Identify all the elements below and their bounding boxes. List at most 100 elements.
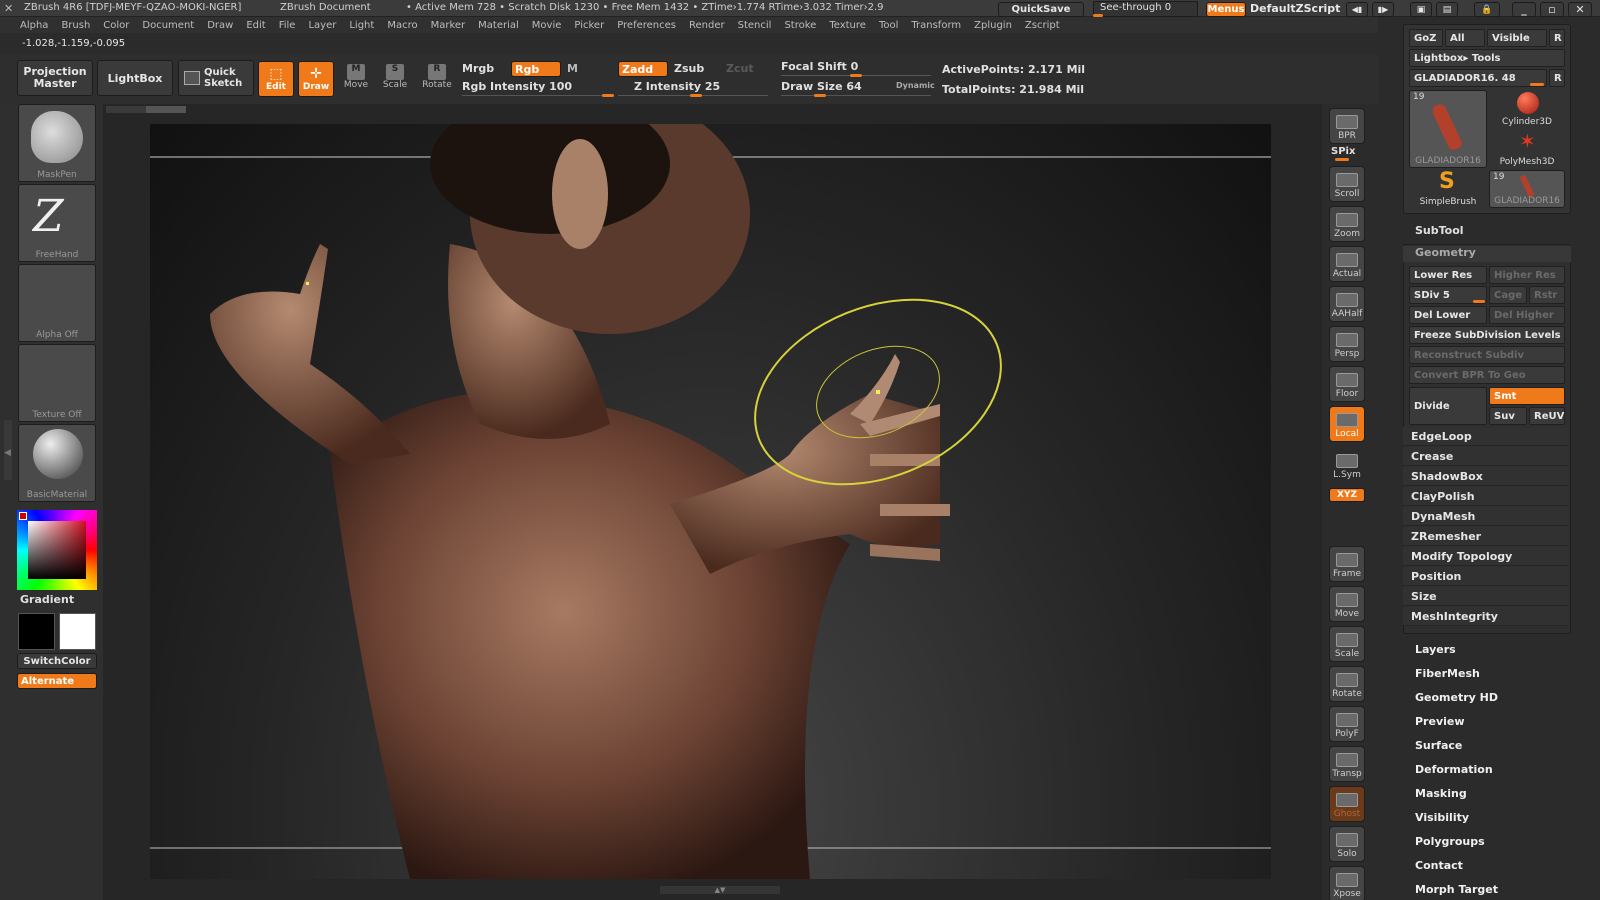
- suv-toggle[interactable]: Suv: [1489, 407, 1527, 425]
- draw-button[interactable]: ✛ Draw: [298, 61, 334, 97]
- lower-res-button[interactable]: Lower Res: [1409, 266, 1487, 284]
- rgb-button[interactable]: Rgb: [511, 61, 561, 77]
- rotate-button[interactable]: Rotate: [1329, 666, 1365, 702]
- menu-stroke[interactable]: Stroke: [784, 20, 816, 31]
- move-button[interactable]: Move: [1329, 586, 1365, 622]
- section-fibermesh[interactable]: FiberMesh: [1415, 667, 1480, 680]
- gradient-label[interactable]: Gradient: [20, 593, 74, 606]
- transp-button[interactable]: Transp: [1329, 746, 1365, 782]
- subtool-section[interactable]: SubTool: [1415, 224, 1464, 237]
- tool-thumb-gladiador[interactable]: 19 GLADIADOR16: [1409, 90, 1487, 168]
- current-tool-slider[interactable]: GLADIADOR16. 48: [1409, 69, 1547, 87]
- menu-stencil[interactable]: Stencil: [738, 20, 772, 31]
- menu-zplugin[interactable]: Zplugin: [974, 20, 1012, 31]
- menu-marker[interactable]: Marker: [431, 20, 466, 31]
- bpr-button[interactable]: BPR: [1329, 108, 1365, 144]
- goz-all-button[interactable]: All: [1445, 29, 1485, 47]
- see-through-slider[interactable]: See-through 0: [1093, 1, 1198, 17]
- zoom-button[interactable]: Zoom: [1329, 206, 1365, 242]
- scroll-right-icon[interactable]: ▮▶: [1372, 2, 1394, 17]
- tool-thumb-gladiador-2[interactable]: 19 GLADIADOR16: [1489, 170, 1565, 208]
- floor-button[interactable]: Floor: [1329, 366, 1365, 402]
- draw-size-slider[interactable]: Draw Size 64: [781, 80, 862, 93]
- layout-icon[interactable]: ▣: [1410, 2, 1432, 17]
- persp-button[interactable]: Persp: [1329, 326, 1365, 362]
- actual-button[interactable]: Actual: [1329, 246, 1365, 282]
- reconstruct-subdiv-button[interactable]: Reconstruct Subdiv: [1409, 346, 1565, 364]
- section-polygroups[interactable]: Polygroups: [1415, 835, 1485, 848]
- geometry-modify-topology[interactable]: Modify Topology: [1403, 547, 1568, 566]
- menu-brush[interactable]: Brush: [61, 20, 90, 31]
- texture-slot[interactable]: Texture Off: [18, 344, 96, 422]
- minimize-icon[interactable]: _: [1512, 2, 1536, 17]
- menu-file[interactable]: File: [279, 20, 296, 31]
- geometry-zremesher[interactable]: ZRemesher: [1403, 527, 1568, 546]
- rotate-button[interactable]: R Rotate: [420, 64, 454, 96]
- frame-button[interactable]: Frame: [1329, 546, 1365, 582]
- zbrush-logo-icon[interactable]: ✕: [4, 2, 18, 15]
- section-preview[interactable]: Preview: [1415, 715, 1465, 728]
- spix-slider[interactable]: SPix: [1331, 146, 1355, 157]
- z-intensity-slider[interactable]: Z Intensity 25: [634, 80, 720, 93]
- menu-layer[interactable]: Layer: [308, 20, 336, 31]
- stroke-freehand-slot[interactable]: Z FreeHand: [18, 184, 96, 262]
- smt-toggle[interactable]: Smt: [1489, 387, 1565, 405]
- menu-macro[interactable]: Macro: [387, 20, 417, 31]
- goz-button[interactable]: GoZ: [1409, 29, 1443, 47]
- draw-size-knob[interactable]: [814, 94, 826, 97]
- geometry-header[interactable]: Geometry: [1403, 246, 1571, 262]
- palette-icon[interactable]: ▤: [1436, 2, 1458, 17]
- rstr-button[interactable]: Rstr: [1529, 286, 1565, 304]
- menu-picker[interactable]: Picker: [574, 20, 604, 31]
- xpose-button[interactable]: Xpose: [1329, 866, 1365, 900]
- focal-shift-slider[interactable]: Focal Shift 0: [781, 60, 858, 73]
- z-intensity-knob[interactable]: [690, 94, 702, 97]
- color-picker-square[interactable]: [28, 521, 86, 579]
- scale-button[interactable]: Scale: [1329, 626, 1365, 662]
- reuv-button[interactable]: ReUV: [1529, 407, 1565, 425]
- left-collapse-arrow-icon[interactable]: ◀: [4, 448, 11, 458]
- lightbox-tools-button[interactable]: Lightbox▸ Tools: [1409, 49, 1565, 67]
- top-scrollbar-thumb[interactable]: [146, 106, 186, 113]
- aahalf-button[interactable]: AAHalf: [1329, 286, 1365, 322]
- menu-document[interactable]: Document: [142, 20, 194, 31]
- goz-visible-button[interactable]: Visible: [1487, 29, 1547, 47]
- convert-bpr-button[interactable]: Convert BPR To Geo: [1409, 366, 1565, 384]
- section-masking[interactable]: Masking: [1415, 787, 1467, 800]
- tool-thumb-simplebrush[interactable]: S SimpleBrush: [1409, 170, 1487, 208]
- quick-sketch-button[interactable]: Quick Sketch: [178, 60, 254, 96]
- menu-material[interactable]: Material: [478, 20, 519, 31]
- ghost-button[interactable]: Ghost: [1329, 786, 1365, 822]
- scroll-left-icon[interactable]: ◀▮: [1346, 2, 1368, 17]
- m-button[interactable]: M: [567, 62, 578, 75]
- bottom-scrollbar[interactable]: ▲▼: [660, 886, 780, 894]
- dynamic-toggle[interactable]: Dynamic: [896, 81, 935, 90]
- menu-preferences[interactable]: Preferences: [617, 20, 676, 31]
- geometry-meshintegrity[interactable]: MeshIntegrity: [1403, 607, 1568, 626]
- higher-res-button[interactable]: Higher Res: [1489, 266, 1565, 284]
- section-visibility[interactable]: Visibility: [1415, 811, 1469, 824]
- menu-movie[interactable]: Movie: [532, 20, 562, 31]
- rgb-intensity-slider[interactable]: Rgb Intensity 100: [462, 80, 572, 93]
- geometry-size[interactable]: Size: [1403, 587, 1568, 606]
- script-name[interactable]: DefaultZScript: [1250, 2, 1340, 15]
- geometry-edgeloop[interactable]: EdgeLoop: [1403, 427, 1568, 446]
- freeze-subdivision-button[interactable]: Freeze SubDivision Levels: [1409, 326, 1565, 344]
- close-icon[interactable]: ✕: [1568, 2, 1592, 17]
- menu-draw[interactable]: Draw: [207, 20, 233, 31]
- lsym-button[interactable]: L.Sym: [1329, 446, 1365, 482]
- zadd-button[interactable]: Zadd: [618, 61, 668, 77]
- color-picker[interactable]: [17, 510, 97, 590]
- menu-light[interactable]: Light: [349, 20, 374, 31]
- del-higher-button[interactable]: Del Higher: [1489, 306, 1565, 324]
- scroll-button[interactable]: Scroll: [1329, 166, 1365, 202]
- maximize-icon[interactable]: ▫: [1540, 2, 1564, 17]
- tool-thumb-cylinder[interactable]: Cylinder3D: [1489, 90, 1565, 128]
- current-tool-r-button[interactable]: R: [1549, 69, 1565, 87]
- polyf-button[interactable]: PolyF: [1329, 706, 1365, 742]
- secondary-color-swatch[interactable]: [59, 613, 96, 650]
- menu-zscript[interactable]: Zscript: [1025, 20, 1060, 31]
- zcut-button[interactable]: Zcut: [726, 62, 754, 75]
- menu-tool[interactable]: Tool: [879, 20, 898, 31]
- cage-button[interactable]: Cage: [1489, 286, 1527, 304]
